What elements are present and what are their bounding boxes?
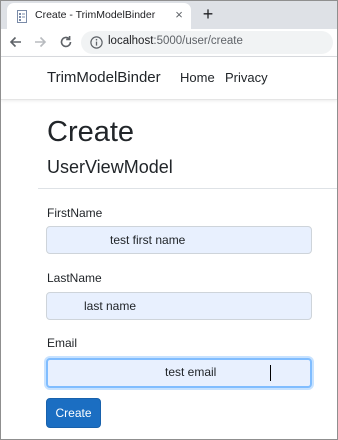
lastname-value: last name <box>84 299 137 313</box>
firstname-input[interactable]: test first name <box>46 226 312 254</box>
divider <box>38 188 337 189</box>
page-title: Create <box>47 116 135 148</box>
page-content: TrimModelBinder Home Privacy Create User… <box>1 57 337 439</box>
tab-create[interactable]: Create - TrimModelBinder × <box>7 3 191 29</box>
page-favicon-icon <box>16 10 29 23</box>
page-subtitle: UserViewModel <box>47 157 173 177</box>
email-input[interactable]: test email <box>46 358 312 388</box>
lastname-label: LastName <box>47 271 102 285</box>
url-path: :5000/user/create <box>153 35 243 47</box>
close-icon[interactable]: × <box>172 7 186 23</box>
forward-arrow-icon[interactable] <box>30 32 50 52</box>
firstname-value: test first name <box>110 233 186 247</box>
address-bar[interactable]: localhost:5000/user/create <box>81 31 333 54</box>
create-button[interactable]: Create <box>46 398 101 428</box>
nav-link-home[interactable]: Home <box>180 70 215 85</box>
reload-icon[interactable] <box>56 32 76 52</box>
firstname-label: FirstName <box>47 206 103 220</box>
url-text: localhost:5000/user/create <box>108 35 243 47</box>
email-label: Email <box>47 336 78 350</box>
back-arrow-icon[interactable] <box>6 32 26 52</box>
url-host: localhost <box>108 35 154 47</box>
lastname-input[interactable]: last name <box>46 292 312 320</box>
info-icon[interactable] <box>90 36 103 49</box>
site-navbar: TrimModelBinder Home Privacy <box>1 57 337 100</box>
browser-toolbar: localhost:5000/user/create <box>1 29 337 57</box>
brand-link[interactable]: TrimModelBinder <box>47 69 161 86</box>
nav-link-privacy[interactable]: Privacy <box>225 70 268 85</box>
email-value: test email <box>165 365 217 379</box>
text-caret <box>270 365 271 381</box>
browser-window: Create - TrimModelBinder × + localhost:5… <box>0 0 338 440</box>
tab-strip: Create - TrimModelBinder × + <box>1 1 337 29</box>
plus-icon[interactable]: + <box>198 4 218 24</box>
tab-title: Create - TrimModelBinder <box>35 9 156 21</box>
